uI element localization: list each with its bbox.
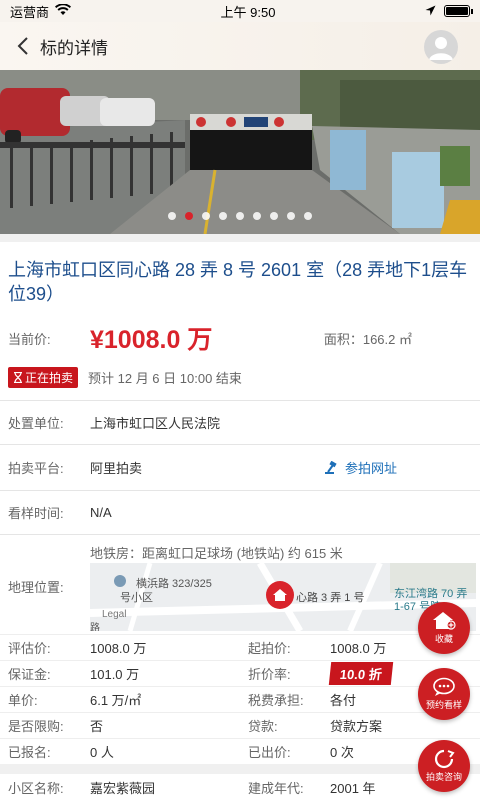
- wifi-icon: [55, 2, 72, 19]
- photo-carousel[interactable]: [0, 70, 480, 234]
- start-price-label: 起拍价:: [248, 641, 291, 656]
- discount-label: 折价率:: [248, 667, 291, 682]
- platform-label: 拍卖平台:: [8, 461, 64, 476]
- appraisal-label: 评估价:: [8, 641, 51, 656]
- divider: [0, 764, 480, 774]
- clock: 上午 9:50: [220, 4, 276, 20]
- registered-cell: 已报名: 0 人: [0, 738, 240, 764]
- carousel-dot[interactable]: [304, 212, 312, 220]
- platform-value: 阿里拍卖: [90, 461, 143, 476]
- gavel-icon: [324, 460, 337, 474]
- book-viewing-label: 预约看样: [425, 700, 462, 710]
- consult-label: 拍卖咨询: [425, 772, 462, 782]
- current-price: ¥1008.0 万: [90, 326, 213, 354]
- carousel-dot[interactable]: [253, 212, 261, 220]
- appraisal-value: 1008.0 万: [90, 641, 147, 656]
- divider: [0, 234, 480, 242]
- carousel-dots: [0, 212, 480, 220]
- home-plus-icon: [433, 612, 456, 630]
- appraisal-cell: 评估价: 1008.0 万: [0, 634, 240, 660]
- discount-badge: 10.0 折: [328, 662, 394, 685]
- location-arrow-icon: [425, 4, 436, 19]
- unit-price-cell: 单价: 6.1 万/㎡: [0, 686, 240, 712]
- start-price-value: 1008.0 万: [330, 641, 387, 656]
- bids-value: 0 次: [330, 745, 354, 760]
- court-row: 处置单位: 上海市虹口区人民法院: [0, 400, 480, 444]
- page-title: 标的详情: [40, 38, 108, 58]
- parking-garage-photo: [0, 70, 480, 234]
- subway-info: 地铁房：距离虹口足球场 (地铁站) 约 615 米: [90, 546, 343, 561]
- community-label: 小区名称:: [8, 780, 64, 796]
- property-title: 上海市虹口区同心路 28 弄 8 号 2601 室（28 弄地下1层车位39）: [8, 260, 468, 304]
- avatar[interactable]: [424, 30, 458, 64]
- community-grid: 小区名称: 嘉宏紫薇园 建成年代: 2001 年: [0, 774, 480, 800]
- consult-button[interactable]: 拍卖咨询: [418, 740, 470, 792]
- book-viewing-button[interactable]: 预约看样: [418, 668, 470, 720]
- viewing-value: N/A: [90, 505, 112, 520]
- consult-ring-icon: [434, 749, 455, 769]
- auction-site-link[interactable]: 参拍网址: [324, 458, 397, 477]
- unit-price-value: 6.1 万/㎡: [90, 693, 142, 708]
- carousel-dot[interactable]: [168, 212, 176, 220]
- tax-label: 税费承担:: [248, 693, 304, 708]
- map-place-1b: 号小区: [120, 592, 153, 604]
- map-road-label: 路: [90, 623, 100, 631]
- auction-site-link-text[interactable]: 参拍网址: [345, 458, 397, 477]
- loan-label: 贷款:: [248, 719, 278, 734]
- purchase-limit-value: 否: [90, 719, 104, 734]
- registered-label: 已报名:: [8, 745, 51, 760]
- map-poi-icon: [114, 575, 126, 587]
- hourglass-icon: [14, 371, 22, 383]
- carrier-label: 运营商: [10, 4, 50, 20]
- deposit-value: 101.0 万: [90, 667, 140, 682]
- registered-value: 0 人: [90, 745, 114, 760]
- status-badge: 正在拍卖: [8, 366, 79, 388]
- map-marker-icon: [266, 581, 294, 609]
- auction-status-row: 正在拍卖 预计 12 月 6 日 10:00 结束: [0, 360, 480, 394]
- court-value: 上海市虹口区人民法院: [90, 416, 221, 431]
- carousel-dot-active[interactable]: [185, 212, 193, 220]
- unit-price-label: 单价:: [8, 693, 38, 708]
- deposit-cell: 保证金: 101.0 万: [0, 660, 240, 686]
- price-row: 当前价: ¥1008.0 万 面积：166.2 ㎡: [0, 316, 480, 360]
- location-label: 地理位置:: [8, 580, 64, 595]
- carousel-dot[interactable]: [219, 212, 227, 220]
- purchase-limit-label: 是否限购:: [8, 719, 64, 734]
- carousel-dot[interactable]: [287, 212, 295, 220]
- carousel-dot[interactable]: [202, 212, 210, 220]
- community-cell: 小区名称: 嘉宏紫薇园: [0, 774, 240, 800]
- map-legal-label: Legal: [102, 609, 127, 620]
- bids-label: 已出价:: [248, 745, 291, 760]
- price-label: 当前价:: [8, 331, 51, 347]
- loan-plan-link[interactable]: 贷款方案: [330, 716, 382, 735]
- battery-icon: [444, 5, 473, 17]
- built-year-value: 2001 年: [330, 780, 376, 796]
- viewing-label: 看样时间:: [8, 506, 64, 521]
- carousel-dot[interactable]: [236, 212, 244, 220]
- location-section: 地理位置: 地铁房：距离虹口足球场 (地铁站) 约 615 米 横浜路 323/…: [0, 534, 480, 634]
- viewing-row: 看样时间: N/A: [0, 490, 480, 534]
- back-chevron-icon[interactable]: [12, 35, 34, 57]
- detail-grid: 评估价: 1008.0 万 起拍价: 1008.0 万 保证金: 101.0 万 折价…: [0, 634, 480, 764]
- deposit-label: 保证金:: [8, 667, 51, 682]
- chat-bubble-icon: [433, 677, 455, 696]
- nav-bar: 标的详情: [0, 22, 480, 70]
- carousel-dot[interactable]: [270, 212, 278, 220]
- area-value: 面积：166.2 ㎡: [323, 331, 412, 347]
- purchase-limit-cell: 是否限购: 否: [0, 712, 240, 738]
- community-value: 嘉宏紫薇园: [90, 780, 156, 796]
- built-year-label: 建成年代:: [248, 780, 304, 796]
- platform-row: 拍卖平台: 阿里拍卖 参拍网址: [0, 444, 480, 490]
- status-bar: 运营商 上午 9:50: [0, 0, 480, 22]
- favorite-button[interactable]: 收藏: [418, 602, 470, 654]
- favorite-label: 收藏: [434, 634, 453, 644]
- status-badge-text: 正在拍卖: [25, 370, 74, 385]
- court-label: 处置单位:: [8, 416, 64, 431]
- end-time: 预计 12 月 6 日 10:00 结束: [88, 370, 242, 386]
- map-place-2: 心路 3 弄 1 号: [296, 592, 365, 604]
- tax-value: 各付: [330, 693, 357, 708]
